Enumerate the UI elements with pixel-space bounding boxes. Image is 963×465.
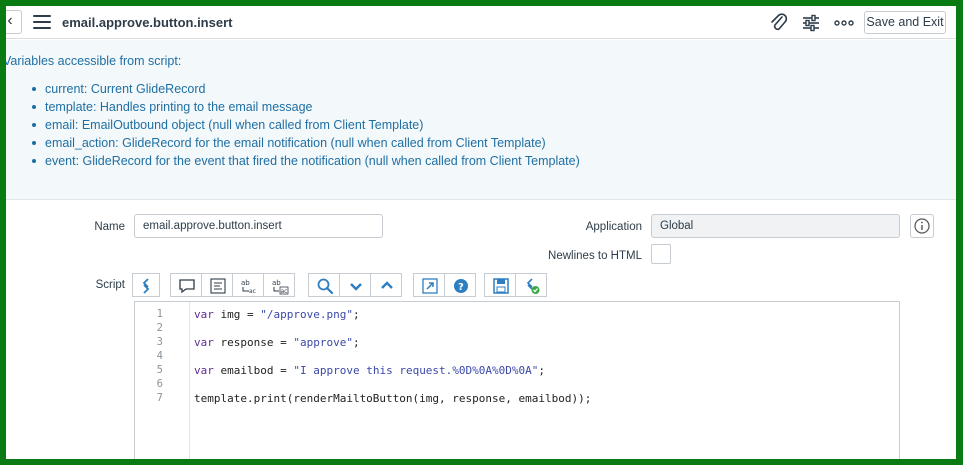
replace-all-icon: ab ac	[272, 279, 289, 295]
script-variables-info: Variables accessible from script: curren…	[6, 40, 956, 200]
code-text: ;	[352, 308, 360, 321]
toggle-syntax-button[interactable]	[132, 273, 160, 297]
name-field[interactable]: email.approve.button.insert	[134, 214, 383, 238]
replace-icon: ab ac	[241, 279, 256, 295]
save-and-exit-button[interactable]: Save and Exit	[864, 11, 946, 34]
line-number-gutter: 1 2 3 4 5 6 7	[135, 302, 190, 459]
form-frame: ‹ email.approve.button.insert Save and E…	[6, 6, 956, 459]
toggle-syntax-icon	[142, 278, 150, 294]
newlines-to-html-checkbox[interactable]	[651, 244, 671, 264]
fold-up-icon	[381, 281, 393, 289]
code-line: var emailbod = "I approve this request.%…	[194, 364, 545, 377]
line-number: 1	[156, 308, 163, 320]
find-next-button[interactable]	[339, 273, 371, 297]
script-debugger-icon	[526, 278, 540, 294]
code-string: "I approve this request.%0D%0A%0D%0A"	[293, 364, 539, 377]
script-label: Script	[95, 279, 125, 291]
list-item: email: EmailOutbound object (null when c…	[30, 116, 580, 134]
svg-text:?: ?	[458, 282, 464, 293]
line-number: 4	[156, 350, 163, 362]
info-intro: Variables accessible from script:	[6, 54, 182, 68]
code-keyword: var	[194, 336, 214, 349]
svg-text:ac: ac	[281, 288, 288, 295]
search-icon	[317, 278, 334, 295]
line-number: 7	[156, 392, 163, 404]
code-string: "approve"	[293, 336, 353, 349]
save-icon	[493, 278, 509, 294]
help-icon: ?	[454, 279, 468, 293]
fold-down-icon	[350, 283, 362, 291]
code-line: template.print(renderMailtoButton(img, r…	[194, 392, 591, 405]
svg-text:ab: ab	[241, 279, 250, 287]
help-button[interactable]: ?	[444, 273, 476, 297]
menu-icon[interactable]	[33, 15, 51, 29]
comment-button[interactable]	[170, 273, 202, 297]
fullscreen-icon	[422, 278, 438, 294]
code-text: emailbod =	[213, 364, 294, 377]
application-label: Application	[585, 221, 642, 233]
save-script-button[interactable]	[484, 273, 516, 297]
info-icon	[914, 218, 930, 234]
script-debugger-button[interactable]	[515, 273, 547, 297]
code-text: img =	[213, 308, 261, 321]
list-item: template: Handles printing to the email …	[30, 98, 580, 116]
code-keyword: var	[194, 308, 214, 321]
line-number: 6	[156, 378, 163, 390]
format-button[interactable]	[201, 273, 233, 297]
application-info-button[interactable]	[910, 214, 934, 238]
code-text: response =	[213, 336, 294, 349]
svg-text:ac: ac	[249, 288, 256, 295]
find-previous-button[interactable]	[370, 273, 402, 297]
application-field[interactable]: Global	[651, 214, 900, 238]
record-title: email.approve.button.insert	[62, 15, 233, 30]
replace-button[interactable]: ab ac	[232, 273, 264, 297]
code-keyword: var	[194, 364, 214, 377]
script-editor[interactable]: 1 2 3 4 5 6 7 var img = "/approve.png"; …	[134, 301, 900, 459]
form-header: ‹ email.approve.button.insert Save and E…	[6, 6, 956, 39]
line-number: 2	[156, 322, 163, 334]
code-string: "/approve.png"	[260, 308, 353, 321]
fullscreen-button[interactable]	[413, 273, 445, 297]
code-text: template.print(renderMailtoButton(img, r…	[194, 392, 592, 405]
code-line: var response = "approve";	[194, 336, 360, 349]
search-button[interactable]	[308, 273, 340, 297]
comment-icon	[179, 279, 195, 294]
svg-text:ab: ab	[272, 279, 281, 287]
name-label: Name	[94, 221, 125, 233]
more-options-icon[interactable]	[833, 12, 855, 34]
attachment-icon[interactable]	[768, 12, 790, 34]
code-text: ;	[538, 364, 546, 377]
line-number: 3	[156, 336, 163, 348]
personalize-form-icon[interactable]	[800, 12, 822, 34]
code-text: ;	[352, 336, 360, 349]
replace-all-button[interactable]: ab ac	[263, 273, 295, 297]
line-number: 5	[156, 364, 163, 376]
list-item: current: Current GlideRecord	[30, 80, 580, 98]
code-line: var img = "/approve.png";	[194, 308, 360, 321]
format-icon	[210, 278, 226, 294]
newlines-label: Newlines to HTML	[548, 250, 642, 262]
list-item: email_action: GlideRecord for the email …	[30, 134, 580, 152]
list-item: event: GlideRecord for the event that fi…	[30, 152, 580, 170]
back-button[interactable]: ‹	[6, 10, 22, 34]
variables-list: current: Current GlideRecord template: H…	[30, 80, 580, 170]
